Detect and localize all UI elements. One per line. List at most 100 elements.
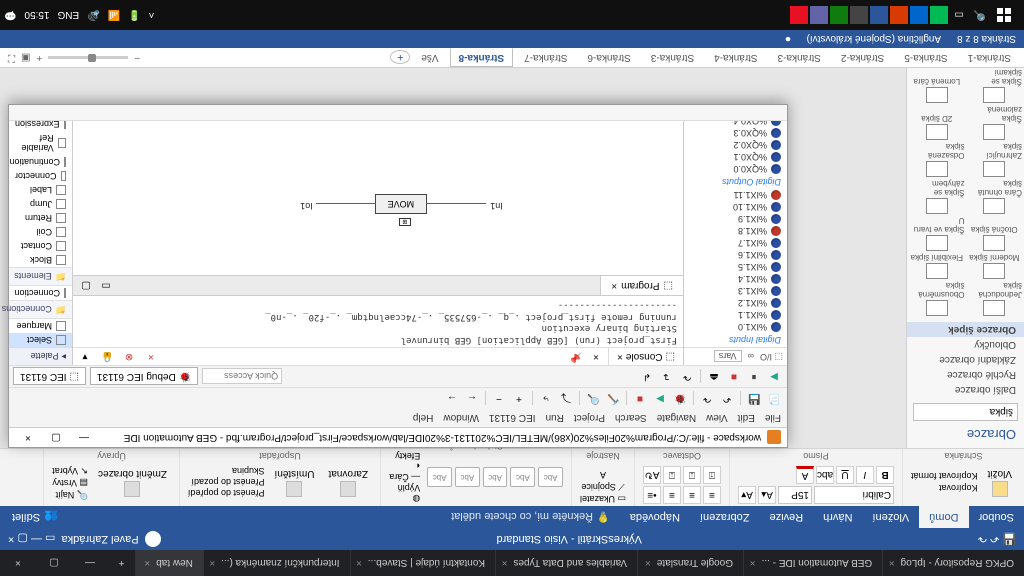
editor-tab-program[interactable]: ⬚ Program × [600,276,683,295]
console-scroll-lock-icon[interactable]: 🔒 [99,351,115,362]
share-button[interactable]: 👥Sdílet [0,511,70,524]
console-remove-icon[interactable]: × [143,351,159,362]
shape-style[interactable]: Abc [510,468,535,488]
decrease-font-icon[interactable]: A▾ [738,486,756,504]
find-button[interactable]: 🔍 Najít [52,489,88,500]
page-tab[interactable]: Stránka-4 [705,48,766,67]
shape-item[interactable]: Šipka se šipkami [967,68,1023,103]
paste-button[interactable]: Vložit [984,466,1016,499]
fill-button[interactable]: ◍ Výplň [389,483,420,504]
italic-button[interactable]: I [856,466,874,484]
page-tab[interactable]: Stránka-5 [895,48,956,67]
close-icon[interactable]: × [645,558,651,569]
shape-item[interactable]: Flexibilní šipka [909,253,965,279]
zoom-in-button[interactable]: + [36,52,42,63]
stencil-item[interactable]: Rychlé obrazce [907,367,1024,382]
bring-front-button[interactable]: Přenést do popředí [188,489,265,499]
group-button[interactable]: Skupina [188,467,265,477]
shape-item[interactable]: 2D šipka [909,105,965,140]
browser-tab[interactable]: Google Translate× [637,550,743,576]
bold-button[interactable]: B [876,466,894,484]
shape-item[interactable]: Obousměrná šipka [909,281,965,316]
stencil-item[interactable]: Obrazce šipek [907,322,1024,337]
page-tab-all[interactable]: Vše [412,48,447,67]
io-tab[interactable]: ⬚ I/O [760,351,783,362]
close-icon[interactable]: × [502,558,508,569]
zoom-out-button[interactable]: − [134,52,140,63]
palette-jump[interactable]: Jump [9,197,72,211]
format-painter-button[interactable]: Kopírovat formát [911,472,978,482]
io-item[interactable]: %IX1.6 [684,249,787,261]
line-button[interactable]: — Čára [389,472,420,482]
move-block[interactable]: MOVE [375,194,427,214]
align-top-icon[interactable]: ⍐ [703,466,721,484]
pointer-tool[interactable]: ▭ Ukazatel [580,493,626,504]
console-clear-icon[interactable]: × [588,351,604,362]
ribbon-tab-review[interactable]: Revize [760,506,814,528]
font-name-select[interactable] [814,486,894,504]
block-handle[interactable]: ⊞ [399,218,411,226]
shape-item[interactable]: Čára ohnutá šipka [967,179,1023,214]
menu-help[interactable]: Help [413,413,434,424]
minimize-button[interactable]: — [72,550,108,576]
taskbar-app[interactable] [930,6,948,24]
shape-item[interactable]: Šipka se záhybem [909,179,965,214]
io-item[interactable]: %IX1.2 [684,297,787,309]
menu-view[interactable]: View [706,413,728,424]
maximize-view-icon[interactable]: ▢ [77,277,95,295]
menu-iec[interactable]: IEC 61131 [489,413,536,424]
menu-navigate[interactable]: Navigate [657,413,696,424]
shape-style[interactable]: Abc [455,468,480,488]
step-icon[interactable]: ↴ [658,368,676,386]
page-tab[interactable]: Stránka-3 [642,48,703,67]
palette-section-elements[interactable]: 📁 Elements [9,267,72,286]
fit-page-icon[interactable]: ▣ [21,52,30,63]
tray-notifications-icon[interactable]: 💬 [4,10,16,21]
fullscreen-icon[interactable]: ⛶ [8,52,15,63]
browser-tab[interactable]: Interpunkční znaménka (...× [203,550,350,576]
shape-item[interactable]: Odsazená šipka [909,142,965,177]
tray-clock[interactable]: 15:50 [24,10,49,21]
page-tab[interactable]: Stránka-3 [769,48,830,67]
vars-button[interactable]: Vars [714,351,742,363]
taskbar-app[interactable] [790,6,808,24]
taskbar-app[interactable] [890,6,908,24]
minimize-view-icon[interactable]: ▭ [97,277,115,295]
text-tool[interactable]: A [600,470,606,480]
strike-button[interactable]: abc [816,466,834,484]
rotate-text-icon[interactable]: A↻ [643,466,661,484]
status-language[interactable]: Angličtina (Spojené království) [807,34,942,45]
send-back-button[interactable]: Přenést do pozadí [188,478,265,488]
io-item[interactable]: %QX0.2 [684,139,787,151]
minimize-button[interactable]: — [71,430,97,446]
ribbon-display-options-icon[interactable]: ▭ [45,533,55,546]
back-icon[interactable]: ← [463,390,481,408]
io-item[interactable]: %IX1.1 [684,309,787,321]
maximize-button[interactable]: ▢ [36,550,72,576]
increase-font-icon[interactable]: A▴ [758,486,776,504]
console-output[interactable]: First_project (run) [GEB Application] GE… [73,296,683,347]
browser-tab[interactable]: New tab× [135,550,203,576]
step-into-icon[interactable]: ⤷ [537,390,555,408]
stencil-item[interactable]: Další obrazce [907,382,1024,397]
zoom-out-icon[interactable]: − [490,390,508,408]
pause-icon[interactable]: ⏸ [745,368,763,386]
step-over-icon[interactable]: ⤵ [557,390,575,408]
io-item[interactable]: %IX1.9 [684,213,787,225]
save-icon[interactable]: 💾 [1002,533,1016,546]
shape-item[interactable]: Šipka ve tvaru U [909,216,965,251]
change-shape-button[interactable]: Změnit obrazec [94,466,171,499]
io-item[interactable]: %IX1.8 [684,225,787,237]
font-color-button[interactable]: A [796,466,814,484]
debug-icon[interactable]: 🐞 [671,390,689,408]
task-view-icon[interactable]: ▭ [950,6,968,24]
maximize-button[interactable]: ▢ [18,533,28,546]
shape-item[interactable]: Zahrnující šipka [967,142,1023,177]
step-icon[interactable]: ↷ [678,368,696,386]
maximize-button[interactable]: ▢ [43,430,69,446]
palette-coil[interactable]: Coil [9,225,72,239]
close-icon[interactable]: × [356,558,362,569]
record-macro-icon[interactable]: ⏺ [786,34,791,45]
shape-item[interactable]: Otočná šipka [967,216,1023,251]
tray-up-icon[interactable]: ˄ [149,10,155,21]
